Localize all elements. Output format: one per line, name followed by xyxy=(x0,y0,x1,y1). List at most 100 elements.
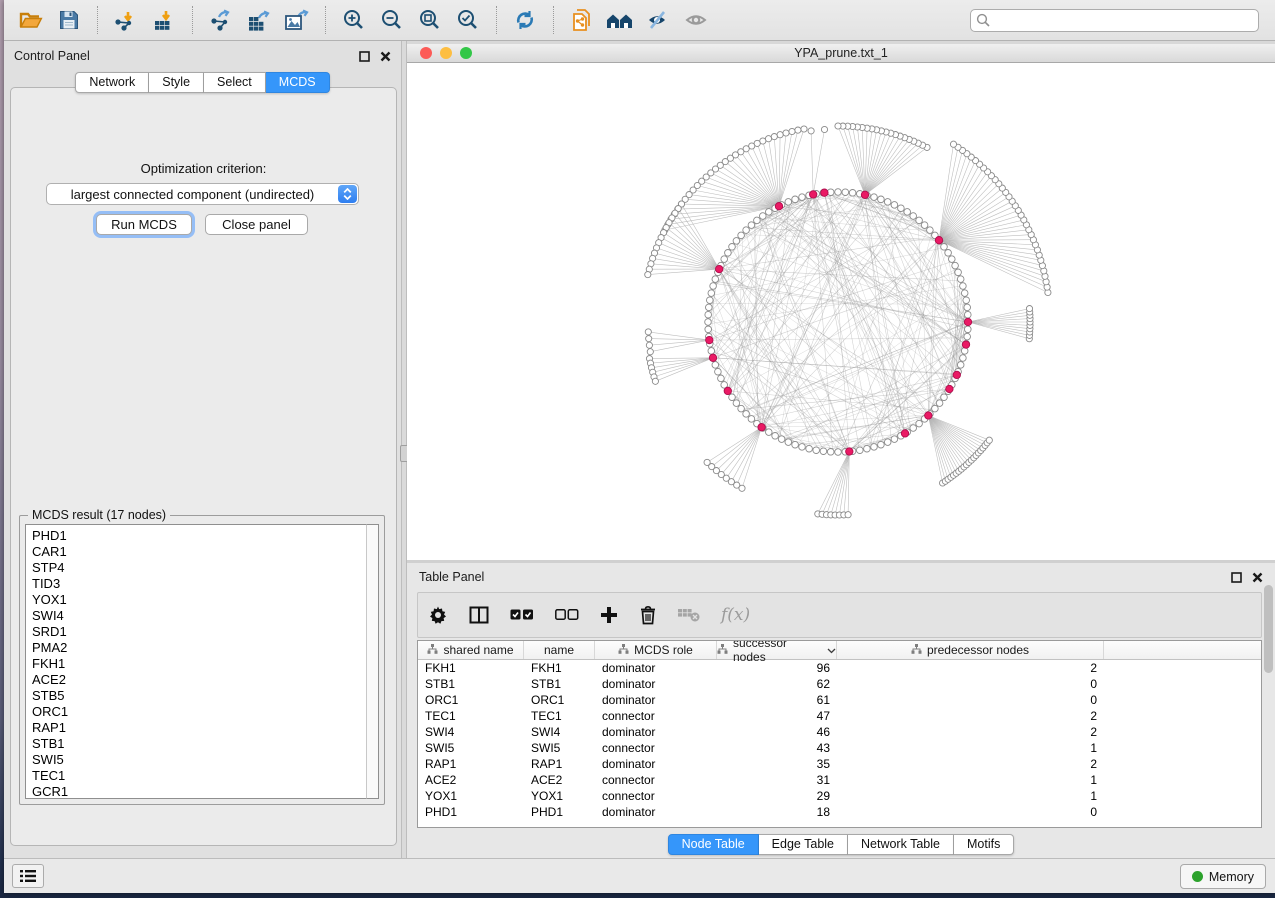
graph-mcds-node[interactable] xyxy=(962,341,969,348)
graph-node[interactable] xyxy=(754,217,761,224)
result-list-scrollbar[interactable] xyxy=(366,524,379,799)
deselect-all-icon[interactable] xyxy=(555,609,579,621)
zoom-out-button[interactable] xyxy=(376,4,408,36)
run-mcds-button[interactable]: Run MCDS xyxy=(96,214,192,235)
graph-node[interactable] xyxy=(835,449,842,456)
mcds-result-item[interactable]: SWI4 xyxy=(32,608,366,624)
graph-node[interactable] xyxy=(733,400,740,407)
graph-node[interactable] xyxy=(884,199,891,206)
graph-leaf-node[interactable] xyxy=(646,342,652,348)
graph-mcds-node[interactable] xyxy=(925,412,932,419)
float-panel-icon[interactable] xyxy=(359,51,370,62)
function-builder-icon[interactable]: f(x) xyxy=(721,605,750,625)
mcds-result-item[interactable]: ORC1 xyxy=(32,704,366,720)
graph-node[interactable] xyxy=(916,420,923,427)
graph-node[interactable] xyxy=(729,244,736,251)
graph-node[interactable] xyxy=(884,439,891,446)
graph-node[interactable] xyxy=(712,362,719,369)
table-row[interactable]: SWI4SWI4dominator462 xyxy=(418,724,1261,740)
graph-node[interactable] xyxy=(965,311,972,318)
graph-node[interactable] xyxy=(778,436,785,443)
graph-node[interactable] xyxy=(857,447,864,454)
column-header-shared-name[interactable]: shared name xyxy=(418,641,524,659)
graph-node[interactable] xyxy=(904,209,911,216)
graph-node[interactable] xyxy=(891,436,898,443)
table-scrollbar-thumb[interactable] xyxy=(1264,585,1273,673)
tab-node-table[interactable]: Node Table xyxy=(668,834,759,855)
mcds-result-item[interactable]: ACE2 xyxy=(32,672,366,688)
mcds-result-item[interactable]: YOX1 xyxy=(32,592,366,608)
graph-leaf-node[interactable] xyxy=(986,437,992,443)
graph-node[interactable] xyxy=(707,297,714,304)
save-session-button[interactable] xyxy=(53,4,85,36)
graph-mcds-node[interactable] xyxy=(758,424,765,431)
graph-node[interactable] xyxy=(743,411,750,418)
graph-node[interactable] xyxy=(961,290,968,297)
tab-mcds[interactable]: MCDS xyxy=(266,72,330,93)
graph-node[interactable] xyxy=(708,290,715,297)
graph-node[interactable] xyxy=(955,269,962,276)
mcds-result-list[interactable]: PHD1CAR1STP4TID3YOX1SWI4SRD1PMA2FKH1ACE2… xyxy=(25,524,366,799)
graph-leaf-node[interactable] xyxy=(801,126,807,132)
graph-mcds-node[interactable] xyxy=(846,448,853,455)
graph-mcds-node[interactable] xyxy=(716,265,723,272)
graph-leaf-node[interactable] xyxy=(739,485,745,491)
mcds-result-item[interactable]: STB5 xyxy=(32,688,366,704)
graph-mcds-node[interactable] xyxy=(709,354,716,361)
graph-node[interactable] xyxy=(878,441,885,448)
mcds-result-item[interactable]: PHD1 xyxy=(32,528,366,544)
graph-node[interactable] xyxy=(898,205,905,212)
graph-leaf-node[interactable] xyxy=(950,141,956,147)
graph-mcds-node[interactable] xyxy=(810,191,817,198)
graph-leaf-node[interactable] xyxy=(783,130,789,136)
tab-network[interactable]: Network xyxy=(75,72,149,93)
graph-node[interactable] xyxy=(957,276,964,283)
graph-mcds-node[interactable] xyxy=(935,237,942,244)
graph-node[interactable] xyxy=(806,445,813,452)
graph-node[interactable] xyxy=(813,447,820,454)
graph-node[interactable] xyxy=(708,348,715,355)
zoom-fit-button[interactable] xyxy=(414,4,446,36)
graph-node[interactable] xyxy=(945,250,952,257)
mcds-result-item[interactable]: PMA2 xyxy=(32,640,366,656)
graph-leaf-node[interactable] xyxy=(646,336,652,342)
float-table-panel-icon[interactable] xyxy=(1231,572,1242,583)
graph-node[interactable] xyxy=(964,304,971,311)
zoom-in-button[interactable] xyxy=(338,4,370,36)
delete-table-icon[interactable] xyxy=(678,608,700,622)
graph-leaf-node[interactable] xyxy=(795,127,801,133)
show-task-history-button[interactable] xyxy=(12,864,44,888)
graph-node[interactable] xyxy=(871,444,878,451)
graph-node[interactable] xyxy=(864,445,871,452)
mcds-result-item[interactable]: SRD1 xyxy=(32,624,366,640)
graph-mcds-node[interactable] xyxy=(706,336,713,343)
graph-node[interactable] xyxy=(705,311,712,318)
apply-layout-button[interactable] xyxy=(509,4,541,36)
import-table-button[interactable] xyxy=(148,4,180,36)
graph-leaf-node[interactable] xyxy=(789,128,795,134)
graph-leaf-node[interactable] xyxy=(645,329,651,335)
tab-select[interactable]: Select xyxy=(204,72,266,93)
mcds-result-item[interactable]: CAR1 xyxy=(32,544,366,560)
table-row[interactable]: FKH1FKH1dominator962 xyxy=(418,660,1261,676)
graph-node[interactable] xyxy=(785,199,792,206)
graph-node[interactable] xyxy=(706,304,713,311)
hide-selected-button[interactable] xyxy=(642,4,674,36)
delete-column-trash-icon[interactable] xyxy=(639,605,657,625)
show-all-button[interactable] xyxy=(680,4,712,36)
graph-leaf-node[interactable] xyxy=(845,512,851,518)
open-file-button[interactable] xyxy=(15,4,47,36)
export-image-button[interactable] xyxy=(281,4,313,36)
memory-button[interactable]: Memory xyxy=(1180,864,1266,889)
graph-node[interactable] xyxy=(921,222,928,229)
mcds-result-item[interactable]: RAP1 xyxy=(32,720,366,736)
mcds-result-item[interactable]: TID3 xyxy=(32,576,366,592)
graph-node[interactable] xyxy=(738,232,745,239)
add-column-icon[interactable] xyxy=(600,606,618,624)
table-row[interactable]: ORC1ORC1dominator610 xyxy=(418,692,1261,708)
graph-node[interactable] xyxy=(878,196,885,203)
graph-node[interactable] xyxy=(963,297,970,304)
table-row[interactable]: ACE2ACE2connector311 xyxy=(418,772,1261,788)
graph-leaf-node[interactable] xyxy=(777,132,783,138)
first-neighbors-button[interactable] xyxy=(604,4,636,36)
